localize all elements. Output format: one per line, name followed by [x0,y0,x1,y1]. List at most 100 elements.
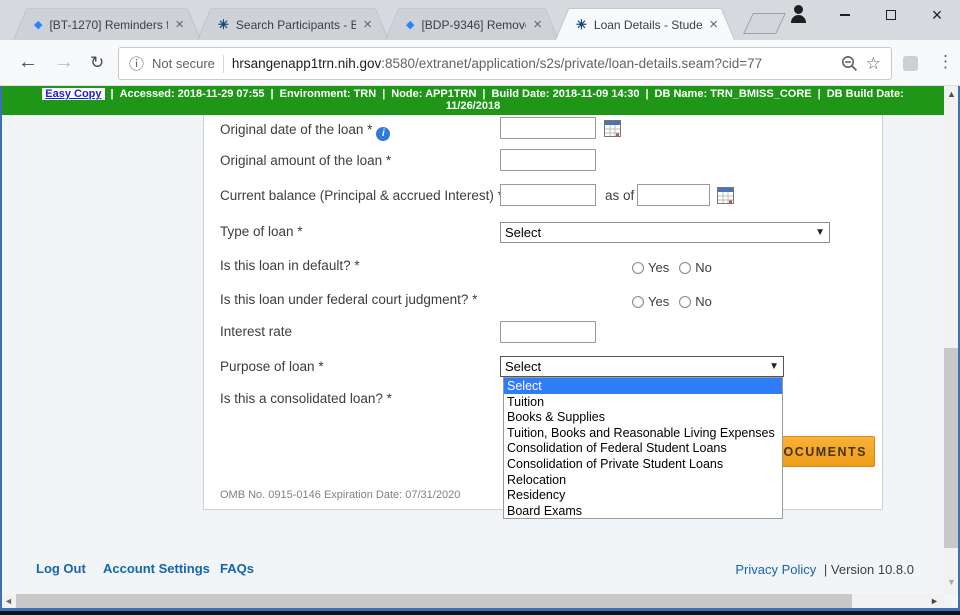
easy-copy-link[interactable]: Easy Copy [42,88,104,100]
vertical-scrollbar-thumb[interactable] [944,348,958,548]
tab-bdp9346[interactable]: ◆ [BDP-9346] Remove link × [386,9,558,40]
original-date-label: Original date of the loan *i [220,122,390,141]
tab-close-icon[interactable]: × [533,17,542,32]
security-label[interactable]: Not secure [152,56,215,71]
banner-separator: | [818,88,821,100]
scroll-right-icon[interactable]: ► [930,597,939,606]
interest-rate-input[interactable] [500,321,596,343]
window-minimize-button[interactable] [822,0,868,30]
purpose-label: Purpose of loan * [220,359,324,374]
window-border-left [0,86,2,611]
tab-loan-details-active[interactable]: ✳ Loan Details - Students t × [556,9,734,40]
tab-bt1270[interactable]: ◆ [BT-1270] Reminders for × [14,9,200,40]
banner-accessed: Accessed: 2018-11-29 07:55 [120,88,265,100]
back-icon[interactable]: ← [18,51,38,74]
banner-db-name: DB Name: TRN_BMISS_CORE [655,88,812,100]
yes-label: Yes [648,260,669,275]
banner-separator: | [111,88,114,100]
purpose-value: Select [505,359,541,374]
scroll-up-icon[interactable]: ▲ [947,90,956,99]
in-default-radio-group: Yes No [632,259,722,277]
forward-icon[interactable]: → [54,51,74,74]
dropdown-option[interactable]: Relocation [504,472,782,488]
dropdown-option[interactable]: Consolidation of Federal Student Loans [504,440,782,456]
current-balance-input[interactable] [500,184,596,206]
bookmark-star-icon[interactable]: ☆ [866,54,881,74]
browser-menu-icon[interactable]: ⋮ [937,52,954,72]
in-default-no-radio[interactable] [679,262,691,274]
horizontal-scrollbar-thumb[interactable] [16,594,852,608]
window-maximize-button[interactable] [868,0,914,30]
url-text[interactable]: hrsangenapp1trn.nih.gov:8580/extranet/ap… [232,56,833,71]
scroll-down-icon[interactable]: ▼ [947,578,956,587]
zoom-out-icon[interactable] [841,55,858,72]
tab-search-participants[interactable]: ✳ Search Participants - BMI × [198,9,388,40]
as-of-date-input[interactable] [637,184,710,206]
original-date-input[interactable] [500,117,596,139]
jira-favicon: ◆ [34,18,42,31]
tab-title: [BDP-9346] Remove link [421,18,526,32]
bmiss-favicon: ✳ [218,17,229,33]
purpose-select[interactable]: Select ▼ [500,356,784,377]
banner-separator: | [271,88,274,100]
court-judgment-label: Is this loan under federal court judgmen… [220,292,477,307]
in-default-yes-radio[interactable] [632,262,644,274]
tab-title: Search Participants - BMI [236,18,356,32]
interest-rate-label: Interest rate [220,324,292,339]
dropdown-option[interactable]: Tuition [504,394,782,410]
info-tooltip-icon[interactable]: i [376,127,390,141]
calendar-icon[interactable] [604,120,621,137]
jira-favicon: ◆ [406,18,414,31]
scroll-left-icon[interactable]: ◄ [4,597,13,606]
banner-separator: | [382,88,385,100]
address-bar[interactable]: ⓘ Not secure hrsangenapp1trn.nih.gov:858… [118,47,892,80]
extension-icon[interactable] [903,56,918,71]
info-icon[interactable]: ⓘ [129,53,144,74]
type-of-loan-label: Type of loan * [220,224,303,239]
as-of-label: as of [605,188,634,203]
dropdown-option[interactable]: Consolidation of Private Student Loans [504,456,782,472]
logout-link[interactable]: Log Out [36,561,86,576]
no-label: No [695,294,712,309]
type-of-loan-select[interactable]: Select ▼ [500,222,830,243]
dropdown-option[interactable]: Board Exams [504,503,782,519]
url-path: :8580/extranet/application/s2s/private/l… [381,56,762,71]
court-judgment-yes-radio[interactable] [632,296,644,308]
faqs-link[interactable]: FAQs [220,561,254,576]
type-of-loan-value: Select [505,225,541,240]
tab-close-icon[interactable]: × [709,17,718,32]
dropdown-option[interactable]: Tuition, Books and Reasonable Living Exp… [504,425,782,441]
no-label: No [695,260,712,275]
tab-close-icon[interactable]: × [175,17,184,32]
account-settings-link[interactable]: Account Settings [103,561,210,576]
dropdown-option[interactable]: Books & Supplies [504,409,782,425]
browser-window: ◆ [BT-1270] Reminders for × ✳ Search Par… [0,0,960,615]
chevron-down-icon: ▼ [815,227,825,238]
banner-node: Node: APP1TRN [391,88,476,100]
banner-build-date: Build Date: 2018-11-09 14:30 [492,88,640,100]
original-amount-label: Original amount of the loan * [220,153,391,168]
banner-environment: Environment: TRN [280,88,377,100]
tab-title: [BT-1270] Reminders for [49,18,168,32]
maximize-icon [886,10,896,20]
tab-close-icon[interactable]: × [363,17,372,32]
privacy-policy-link[interactable]: Privacy Policy [735,562,816,577]
yes-label: Yes [648,294,669,309]
court-judgment-radio-group: Yes No [632,293,722,311]
banner-db-build-date-value: 11/26/2018 [446,100,500,112]
court-judgment-no-radio[interactable] [679,296,691,308]
reload-icon[interactable]: ↻ [90,53,104,73]
url-host: hrsangenapp1trn.nih.gov [232,56,381,71]
omnibox-divider [223,55,224,73]
environment-banner: Easy Copy | Accessed: 2018-11-29 07:55 |… [2,86,944,115]
profile-person-icon[interactable] [790,4,808,22]
chevron-down-icon: ▼ [769,361,779,372]
dropdown-option[interactable]: Select [504,378,782,394]
calendar-icon[interactable] [717,187,734,204]
version-text: | Version 10.8.0 [824,562,914,577]
banner-separator: | [645,88,648,100]
original-amount-input[interactable] [500,149,596,171]
minimize-icon [840,14,850,16]
window-close-button[interactable]: × [914,0,960,30]
dropdown-option[interactable]: Residency [504,487,782,503]
